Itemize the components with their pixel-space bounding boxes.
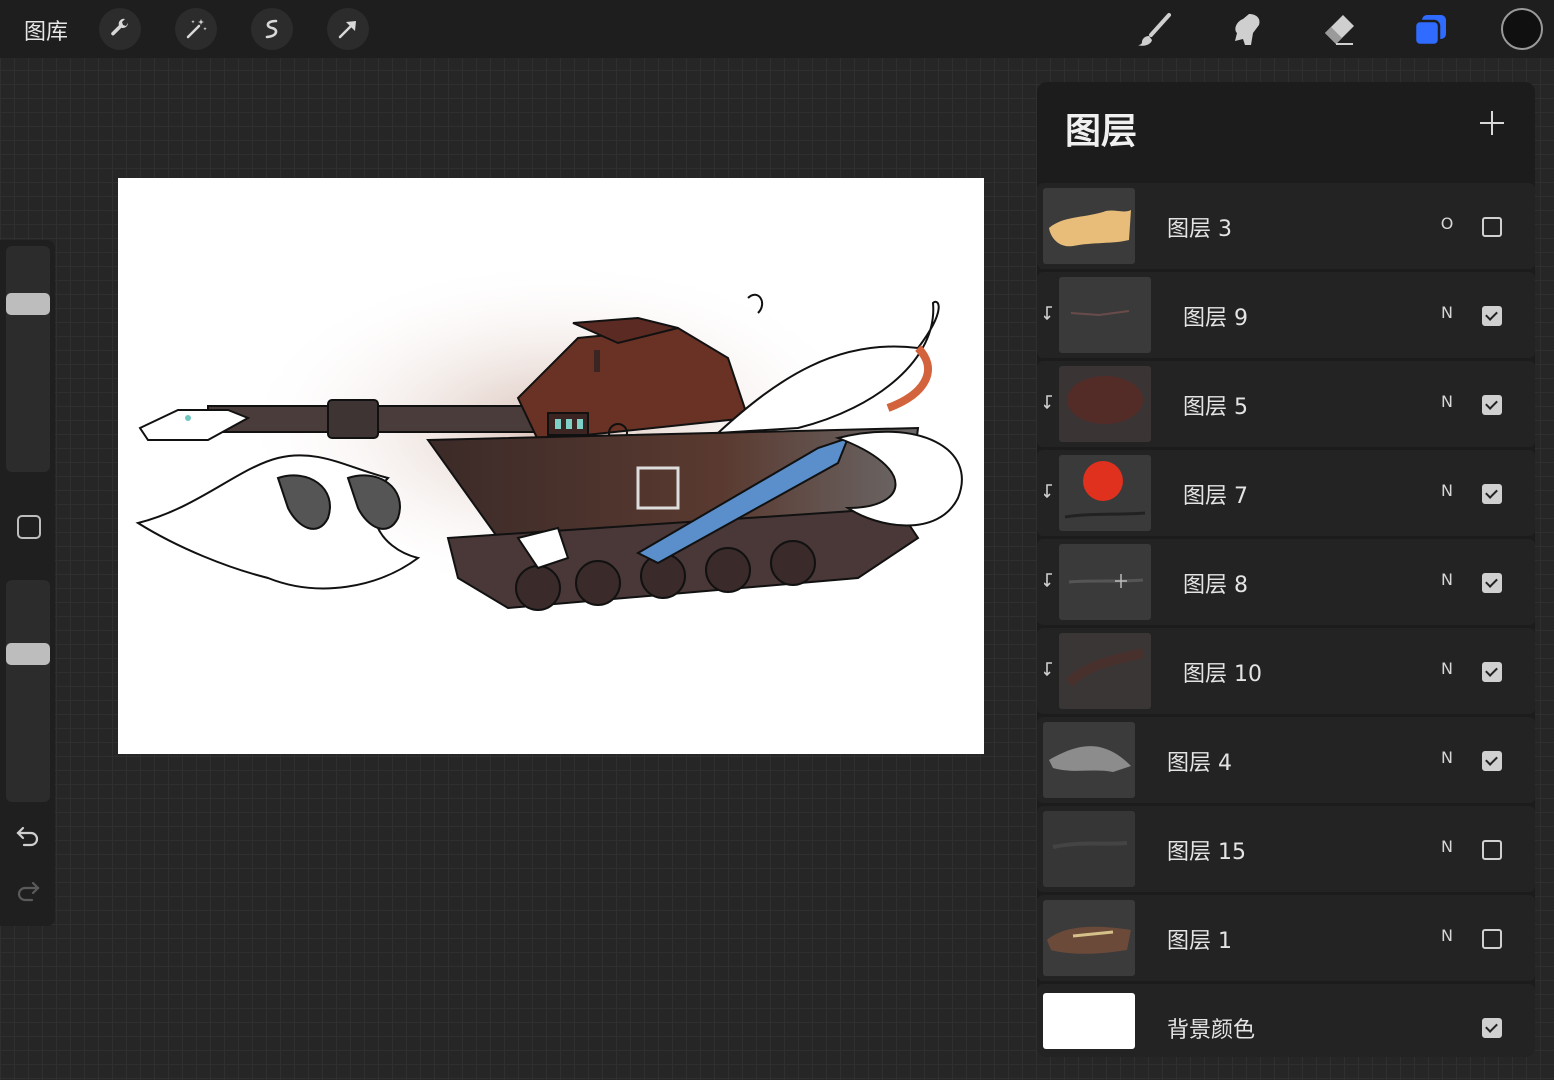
- blend-mode[interactable]: N: [1439, 392, 1455, 411]
- brush-icon[interactable]: [1134, 10, 1174, 50]
- layer-row[interactable]: 图层 8 N: [1037, 539, 1535, 625]
- visibility-checkbox[interactable]: [1482, 929, 1502, 949]
- visibility-checkbox[interactable]: [1482, 840, 1502, 860]
- layer-row[interactable]: 背景颜色: [1037, 984, 1535, 1057]
- layer-row[interactable]: 图层 1 N: [1037, 895, 1535, 981]
- visibility-checkbox[interactable]: [1482, 751, 1502, 771]
- layer-row[interactable]: 图层 9 N: [1037, 272, 1535, 358]
- layer-row[interactable]: 图层 4 N: [1037, 717, 1535, 803]
- add-layer-icon[interactable]: [1477, 108, 1507, 138]
- blend-mode[interactable]: N: [1439, 659, 1455, 678]
- color-picker[interactable]: [1501, 8, 1543, 50]
- redo-icon[interactable]: [14, 877, 42, 905]
- blend-mode[interactable]: N: [1439, 303, 1455, 322]
- opacity-handle[interactable]: [6, 643, 50, 665]
- visibility-checkbox[interactable]: [1482, 573, 1502, 593]
- blend-mode[interactable]: N: [1439, 926, 1455, 945]
- clipping-mask-icon: [1044, 395, 1052, 410]
- layer-thumbnail: [1059, 633, 1151, 709]
- layers-panel: 图层 图层 3 O 图层 9 N 图层 5 N 图层 7 N 图层 8 N 图层…: [1037, 82, 1535, 1057]
- selection-icon[interactable]: [251, 8, 293, 50]
- layers-title: 图层: [1065, 111, 1138, 152]
- gallery-button[interactable]: 图库: [24, 14, 68, 46]
- brush-size-handle[interactable]: [6, 293, 50, 315]
- visibility-checkbox[interactable]: [1482, 395, 1502, 415]
- layer-name: 图层 10: [1183, 662, 1262, 687]
- layer-row[interactable]: 图层 5 N: [1037, 361, 1535, 447]
- modify-button[interactable]: [17, 515, 41, 539]
- layer-name: 图层 8: [1183, 573, 1248, 598]
- visibility-checkbox[interactable]: [1482, 1018, 1502, 1038]
- layer-thumbnail: [1043, 811, 1135, 887]
- eraser-icon[interactable]: [1318, 10, 1358, 50]
- opacity-slider[interactable]: [6, 580, 50, 802]
- layer-name: 背景颜色: [1167, 1018, 1256, 1043]
- blend-mode[interactable]: N: [1439, 748, 1455, 767]
- visibility-checkbox[interactable]: [1482, 484, 1502, 504]
- layer-name: 图层 15: [1167, 840, 1246, 865]
- layer-thumbnail: [1059, 366, 1151, 442]
- visibility-checkbox[interactable]: [1482, 306, 1502, 326]
- visibility-checkbox[interactable]: [1482, 662, 1502, 682]
- layer-row[interactable]: 图层 7 N: [1037, 450, 1535, 536]
- left-sidebar: [0, 240, 55, 926]
- undo-icon[interactable]: [14, 822, 42, 850]
- layer-row[interactable]: 图层 10 N: [1037, 628, 1535, 714]
- layer-name: 图层 3: [1167, 217, 1232, 242]
- drawing-canvas[interactable]: [118, 178, 984, 754]
- visibility-checkbox[interactable]: [1482, 217, 1502, 237]
- layer-thumbnail: [1059, 544, 1151, 620]
- transform-arrow-icon[interactable]: [327, 8, 369, 50]
- blend-mode[interactable]: O: [1439, 214, 1455, 233]
- layer-name: 图层 9: [1183, 306, 1248, 331]
- magic-wand-icon[interactable]: [175, 8, 217, 50]
- blend-mode[interactable]: N: [1439, 837, 1455, 856]
- layer-thumbnail: [1043, 900, 1135, 976]
- tank-dragon-artwork: [135, 258, 963, 611]
- brush-size-slider[interactable]: [6, 246, 50, 472]
- wrench-icon[interactable]: [99, 8, 141, 50]
- layer-thumbnail: [1043, 188, 1135, 264]
- layer-name: 图层 4: [1167, 751, 1232, 776]
- top-toolbar: 图库: [0, 0, 1554, 58]
- layer-thumbnail: [1059, 455, 1151, 531]
- clipping-mask-icon: [1044, 573, 1052, 588]
- layer-thumbnail: [1043, 993, 1135, 1049]
- blend-mode[interactable]: N: [1439, 570, 1455, 589]
- clipping-mask-icon: [1044, 484, 1052, 499]
- layers-icon[interactable]: [1410, 10, 1450, 50]
- layer-name: 图层 5: [1183, 395, 1248, 420]
- smudge-icon[interactable]: [1226, 10, 1266, 50]
- layer-thumbnail: [1043, 722, 1135, 798]
- clipping-mask-icon: [1044, 306, 1052, 321]
- layer-row[interactable]: 图层 15 N: [1037, 806, 1535, 892]
- blend-mode[interactable]: N: [1439, 481, 1455, 500]
- layer-row[interactable]: 图层 3 O: [1037, 183, 1535, 269]
- layer-thumbnail: [1059, 277, 1151, 353]
- clipping-mask-icon: [1044, 662, 1052, 677]
- layer-name: 图层 7: [1183, 484, 1248, 509]
- layer-name: 图层 1: [1167, 929, 1232, 954]
